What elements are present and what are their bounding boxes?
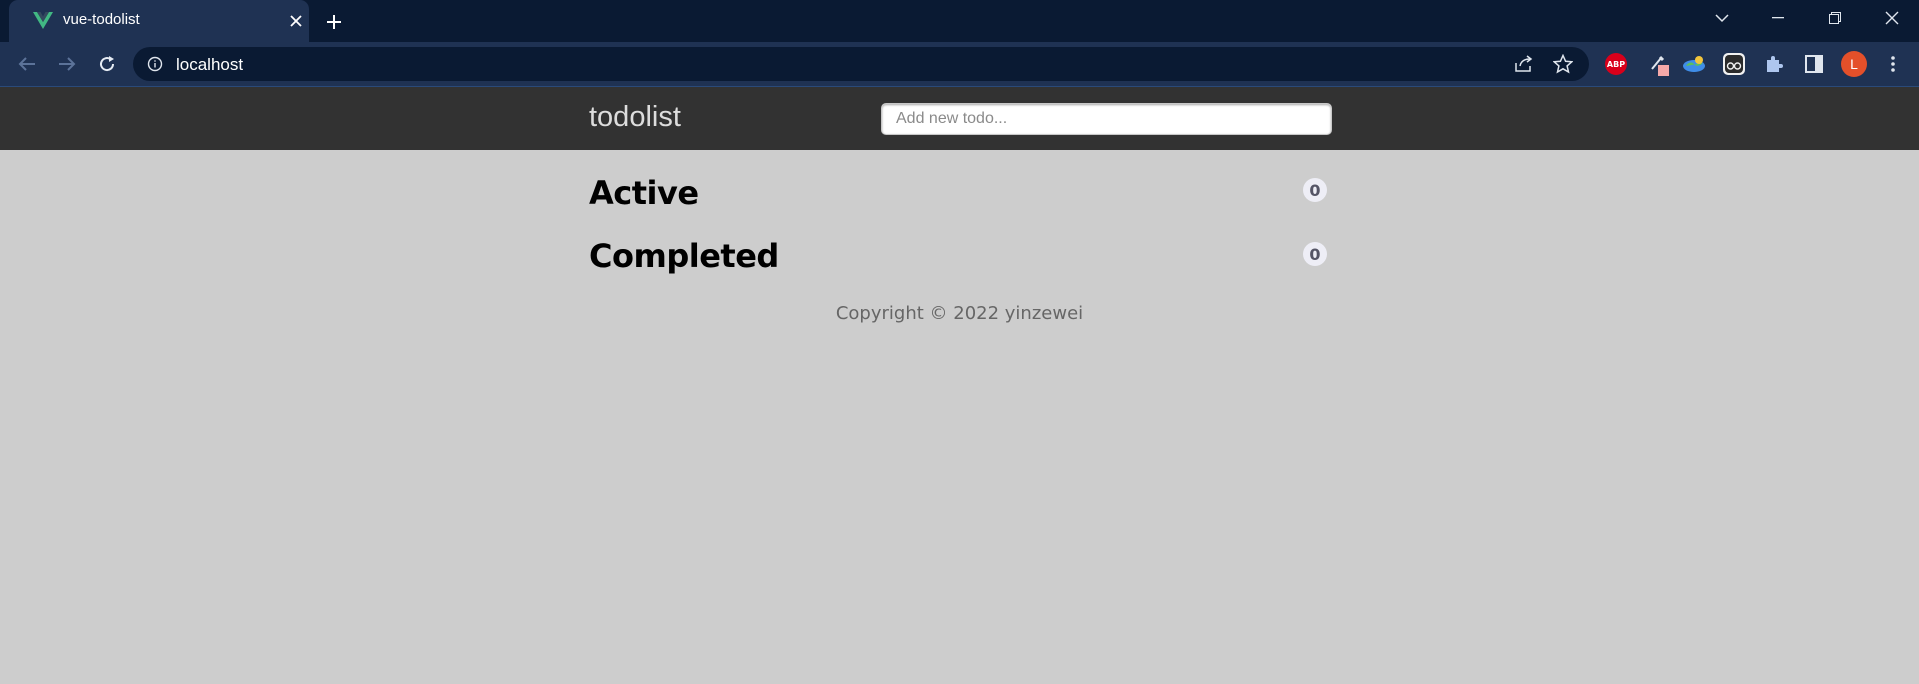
side-panel-icon[interactable] (1801, 51, 1827, 77)
share-icon[interactable] (1514, 54, 1534, 74)
completed-count-badge: 0 (1303, 242, 1327, 266)
new-tab-icon[interactable] (322, 10, 346, 34)
bookmark-star-icon[interactable] (1553, 54, 1573, 74)
active-count-badge: 0 (1303, 178, 1327, 202)
minimize-icon[interactable] (1763, 6, 1793, 30)
back-arrow-icon[interactable] (14, 51, 40, 77)
reload-icon[interactable] (94, 51, 120, 77)
eyedropper-icon[interactable] (1646, 51, 1672, 77)
browser-toolbar: localhost ABP L (0, 42, 1919, 86)
app-title: todolist (589, 101, 681, 133)
address-bar[interactable]: localhost (133, 47, 1589, 81)
completed-heading: Completed (589, 237, 779, 275)
earth-icon[interactable] (1681, 51, 1707, 77)
close-window-icon[interactable] (1877, 6, 1907, 30)
vue-logo-icon (33, 12, 53, 30)
tab-search-chevron-icon[interactable] (1707, 6, 1737, 30)
kebab-menu-icon[interactable] (1880, 51, 1906, 77)
url-text: localhost (176, 55, 244, 74)
close-tab-icon[interactable] (286, 11, 306, 31)
tab-title: vue-todolist (63, 11, 140, 28)
tab-strip: vue-todolist (0, 0, 1919, 42)
site-info-icon[interactable] (147, 56, 163, 72)
profile-avatar[interactable]: L (1841, 51, 1867, 77)
glasses-icon[interactable] (1721, 51, 1747, 77)
puzzle-icon[interactable] (1761, 51, 1787, 77)
copyright-footer: Copyright © 2022 yinzewei (835, 303, 1084, 324)
app-header: todolist (0, 87, 1919, 150)
restore-icon[interactable] (1820, 6, 1850, 30)
forward-arrow-icon[interactable] (54, 51, 80, 77)
active-heading: Active (589, 174, 699, 212)
abp-icon[interactable]: ABP (1603, 51, 1629, 77)
tab-active[interactable]: vue-todolist (9, 0, 309, 42)
new-todo-input[interactable] (881, 103, 1332, 135)
